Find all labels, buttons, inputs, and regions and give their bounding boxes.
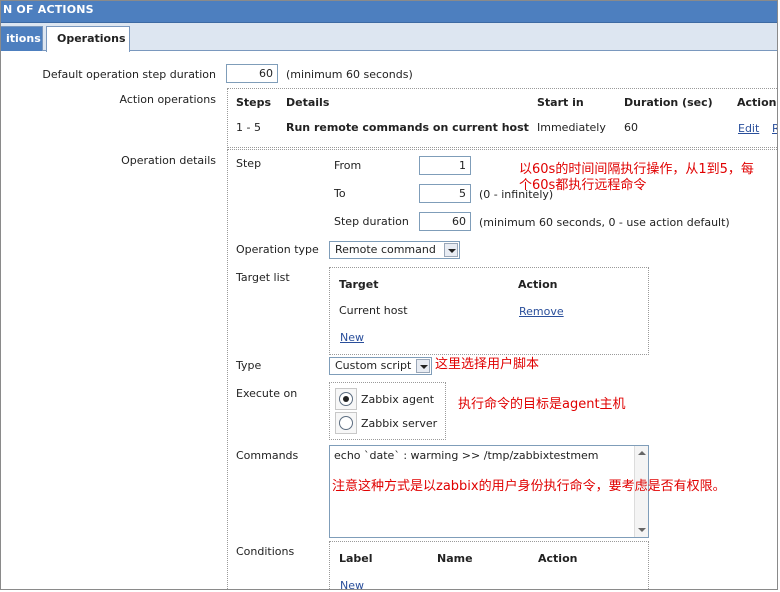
col-duration: Duration (sec) xyxy=(624,96,713,109)
window: N OF ACTIONS itions Operations Default o… xyxy=(0,0,778,590)
row-details: Run remote commands on current host xyxy=(286,121,529,134)
chevron-down-icon xyxy=(444,243,458,257)
window-title-bar: N OF ACTIONS xyxy=(1,1,777,23)
execute-on-label: Execute on xyxy=(236,387,298,400)
annotation-execute: 执行命令的目标是agent主机 xyxy=(458,397,626,412)
radio-zabbix-server-label: Zabbix server xyxy=(361,417,438,430)
target-list-label: Target list xyxy=(236,271,290,284)
execute-on-group: Zabbix agent Zabbix server xyxy=(329,382,446,440)
col-start-in: Start in xyxy=(537,96,584,109)
operation-type-select[interactable]: Remote command xyxy=(329,241,460,259)
default-step-duration-hint: (minimum 60 seconds) xyxy=(286,68,413,81)
step-label: Step xyxy=(236,157,262,170)
radio-zabbix-agent[interactable] xyxy=(339,392,353,406)
step-from-label: From xyxy=(334,159,362,172)
scroll-down-icon xyxy=(638,528,646,532)
default-step-duration-label: Default operation step duration xyxy=(42,68,216,81)
col-action: Action xyxy=(737,96,777,109)
step-duration-label: Step duration xyxy=(334,215,409,228)
type-value: Custom script xyxy=(335,359,412,372)
scroll-up-icon xyxy=(638,451,646,455)
tab-bar: itions Operations xyxy=(1,23,777,52)
commands-label: Commands xyxy=(236,449,299,462)
col-details: Details xyxy=(286,96,330,109)
tab-conditions[interactable]: itions xyxy=(1,26,43,51)
target-col-target: Target xyxy=(339,278,379,291)
commands-value: echo `date` : warming >> /tmp/zabbixtest… xyxy=(334,449,599,462)
target-col-action: Action xyxy=(518,278,558,291)
action-operations-table: Steps Details Start in Duration (sec) Ac… xyxy=(227,88,777,148)
annotation-step-line1: 以60s的时间间隔执行操作，从1到5，每 xyxy=(519,162,754,177)
row-edit-link[interactable]: Edit xyxy=(738,122,759,135)
target-new-link[interactable]: New xyxy=(340,331,364,344)
type-select[interactable]: Custom script xyxy=(329,357,432,375)
annotation-step-line2: 个60s都执行远程命令 xyxy=(519,178,647,193)
col-steps: Steps xyxy=(236,96,272,109)
operation-type-value: Remote command xyxy=(335,243,436,256)
step-from-input[interactable]: 1 xyxy=(419,156,471,175)
type-label: Type xyxy=(236,359,262,372)
step-to-label: To xyxy=(334,187,346,200)
conditions-table: Label Name Action New xyxy=(329,541,649,589)
operation-type-label: Operation type xyxy=(236,243,319,256)
radio-zabbix-server[interactable] xyxy=(339,416,353,430)
conditions-col-name: Name xyxy=(437,552,473,565)
radio-zabbix-agent-label: Zabbix agent xyxy=(361,393,435,406)
default-step-duration-input[interactable]: 60 xyxy=(226,64,278,83)
step-duration-input[interactable]: 60 xyxy=(419,212,471,231)
annotation-command: 注意这种方式是以zabbix的用户身份执行命令，要考虑是否有权限。 xyxy=(332,479,726,494)
target-remove-link[interactable]: Remove xyxy=(519,305,564,318)
target-list-table: Target Action Current host Remove New xyxy=(329,267,649,355)
window-title: N OF ACTIONS xyxy=(3,3,94,16)
tab-operations[interactable]: Operations xyxy=(46,26,130,52)
conditions-col-action: Action xyxy=(538,552,578,565)
conditions-label: Conditions xyxy=(236,545,295,558)
target-row-host: Current host xyxy=(339,304,408,317)
row-duration: 60 xyxy=(624,121,638,134)
action-operations-label: Action operations xyxy=(119,93,217,106)
conditions-new-link[interactable]: New xyxy=(340,579,364,589)
chevron-down-icon xyxy=(416,359,430,373)
row-steps: 1 - 5 xyxy=(236,121,261,134)
step-to-input[interactable]: 5 xyxy=(419,184,471,203)
row-remove-link[interactable]: R xyxy=(772,122,777,135)
step-duration-hint: (minimum 60 seconds, 0 - use action defa… xyxy=(479,216,730,229)
conditions-col-label: Label xyxy=(339,552,373,565)
operation-details-label: Operation details xyxy=(121,154,216,167)
annotation-type: 这里选择用户脚本 xyxy=(435,357,540,372)
form-area: Default operation step duration 60 (mini… xyxy=(1,52,777,589)
row-start-in: Immediately xyxy=(537,121,606,134)
